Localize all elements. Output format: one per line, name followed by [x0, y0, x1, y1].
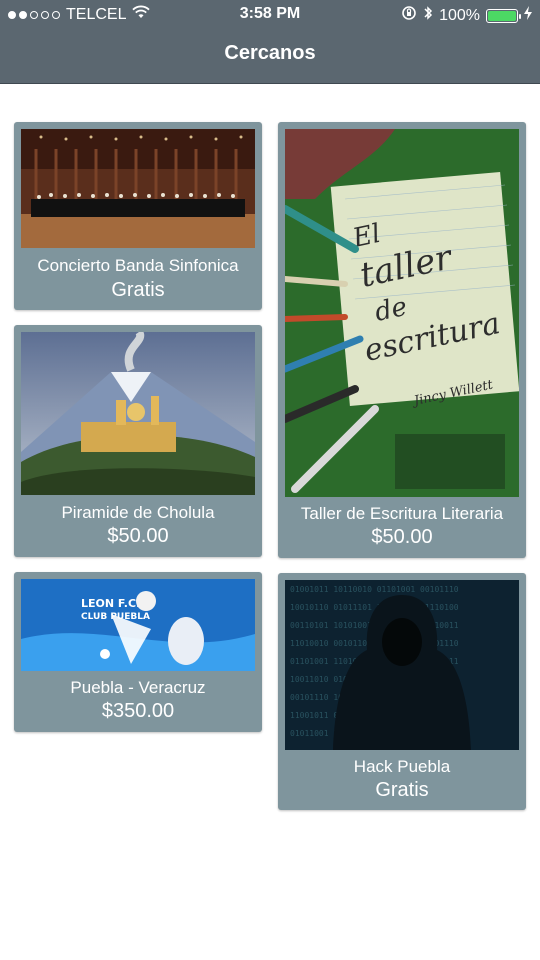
event-price: $50.00: [107, 525, 169, 547]
event-price: Gratis: [111, 279, 165, 301]
soccer-poster-image: LEON F.C. CLUB PUEBLA: [21, 579, 255, 671]
orientation-lock-icon: [401, 5, 417, 26]
event-card-concierto[interactable]: Concierto Banda Sinfonica Gratis: [14, 122, 262, 310]
pyramid-image: [21, 332, 255, 495]
book-cover-image: El taller de escritura Jincy Willett: [285, 129, 519, 497]
status-bar: TELCEL 3:58 PM 100%: [0, 0, 540, 28]
concert-image: [21, 129, 255, 248]
event-card-puebla-veracruz[interactable]: LEON F.C. CLUB PUEBLA Puebla - Veracruz …: [14, 572, 262, 732]
event-card-taller[interactable]: El taller de escritura Jincy Willett Tal…: [278, 122, 526, 558]
event-card-piramide[interactable]: Piramide de Cholula $50.00: [14, 325, 262, 557]
poster-line1: LEON F.C.: [81, 597, 140, 610]
status-right: 100%: [401, 5, 532, 26]
charging-icon: [524, 6, 532, 25]
event-name: Concierto Banda Sinfonica: [37, 256, 239, 275]
event-name: Taller de Escritura Literaria: [300, 504, 504, 523]
svg-text:01001011 10110010 01101001 001: 01001011 10110010 01101001 00101110: [290, 585, 459, 594]
event-name: Piramide de Cholula: [61, 503, 215, 522]
event-price: $50.00: [371, 526, 433, 548]
event-price: Gratis: [375, 779, 429, 801]
event-price: $350.00: [101, 700, 175, 722]
hacker-image: 01001011 10110010 01101001 00101110 1001…: [285, 580, 519, 750]
event-name: Puebla - Veracruz: [70, 678, 206, 697]
battery-icon: [486, 8, 521, 23]
page-title: Cercanos: [224, 42, 316, 64]
top-bar: TELCEL 3:58 PM 100% Cercanos: [0, 0, 540, 84]
bluetooth-icon: [423, 5, 433, 26]
battery-percent: 100%: [439, 6, 480, 24]
event-card-hack-puebla[interactable]: 01001011 10110010 01101001 00101110 1001…: [278, 573, 526, 810]
event-name: Hack Puebla: [353, 757, 451, 776]
